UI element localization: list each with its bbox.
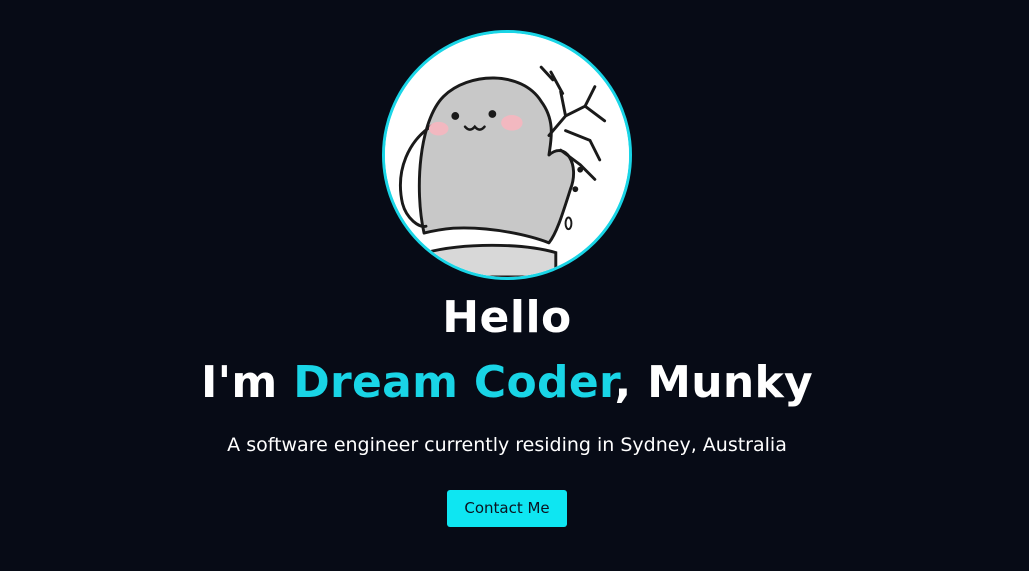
headline-suffix: , Munky xyxy=(614,357,814,408)
headline-prefix: I'm xyxy=(200,357,294,408)
contact-me-button[interactable]: Contact Me xyxy=(447,490,567,527)
headline: I'm Dream Coder, Munky xyxy=(0,356,1014,410)
tagline: A software engineer currently residing i… xyxy=(227,434,787,456)
hero-section: Hello I'm Dream Coder, Munky A software … xyxy=(0,0,1029,571)
profile-avatar xyxy=(382,30,632,280)
greeting-heading: Hello xyxy=(442,292,572,343)
cartoon-ghost-icon xyxy=(385,33,629,277)
headline-role: Dream Coder xyxy=(293,357,615,408)
